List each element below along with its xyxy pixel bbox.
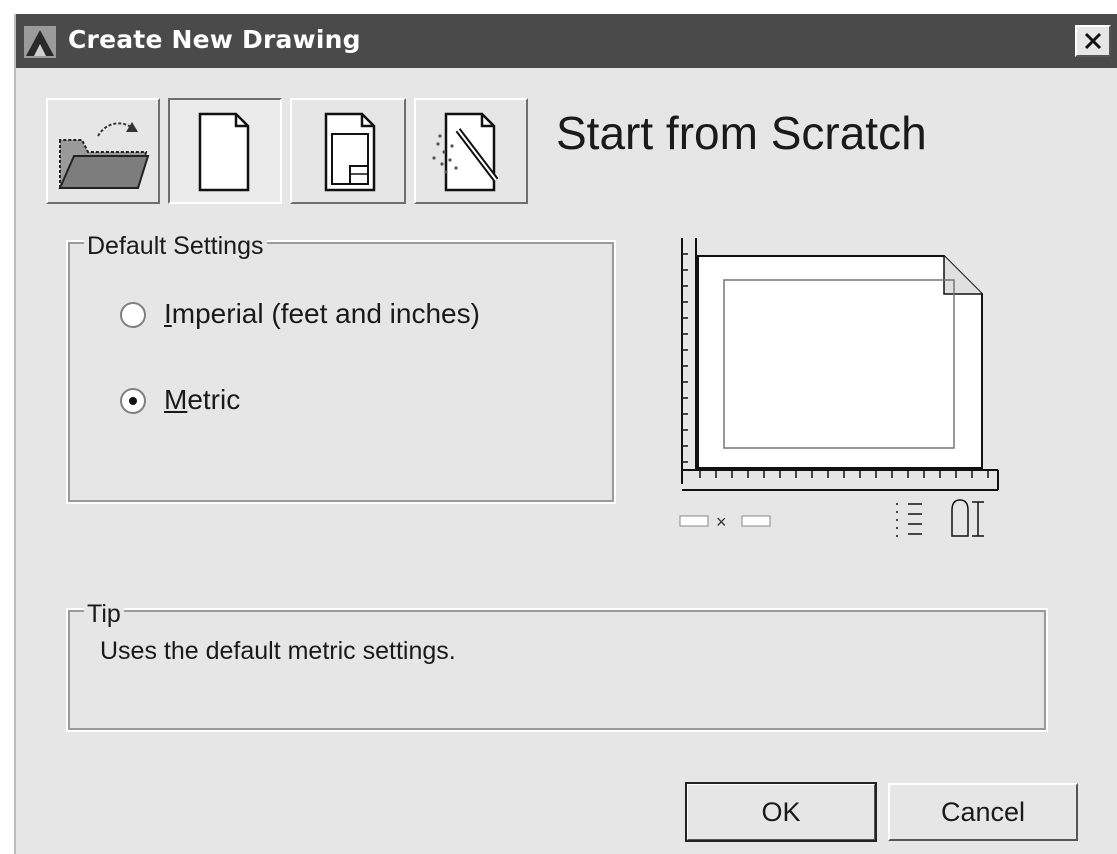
imperial-radio[interactable] <box>120 302 146 328</box>
imperial-radio-label[interactable]: Imperial (feet and inches) <box>164 298 480 330</box>
create-new-drawing-dialog: Create New Drawing Start from Scratch De… <box>14 14 1117 854</box>
start-from-scratch-button[interactable] <box>168 98 282 204</box>
title-bar[interactable]: Create New Drawing <box>16 14 1117 68</box>
app-logo-icon <box>24 26 56 58</box>
drawing-preview-image: × <box>679 238 999 537</box>
default-settings-group <box>66 240 616 504</box>
dims-separator: × <box>716 512 727 532</box>
close-button[interactable] <box>1075 25 1111 57</box>
blank-page-icon <box>198 112 250 192</box>
window-title: Create New Drawing <box>68 25 361 54</box>
page-heading: Start from Scratch <box>556 107 927 159</box>
open-folder-icon <box>58 122 150 189</box>
use-wizard-button[interactable] <box>414 98 528 204</box>
ok-button[interactable]: OK <box>685 782 877 842</box>
tip-group <box>66 608 1048 732</box>
metric-label-text: etric <box>187 384 241 415</box>
tip-text: Uses the default metric settings. <box>100 637 456 665</box>
use-template-button[interactable] <box>290 98 406 204</box>
wizard-page-icon <box>432 112 499 192</box>
vertical-ruler <box>681 238 697 484</box>
open-drawing-button[interactable] <box>46 98 160 204</box>
imperial-accel-key: I <box>164 298 172 329</box>
default-settings-label: Default Settings <box>84 232 267 261</box>
imperial-label-text: mperial (feet and inches) <box>171 298 480 329</box>
imperial-radio-option[interactable]: Imperial (feet and inches) <box>120 298 500 338</box>
tip-label: Tip <box>84 600 124 629</box>
units-icon <box>896 499 984 537</box>
sheet-outline <box>697 255 983 469</box>
metric-accel-key: M <box>164 384 188 415</box>
cancel-button[interactable]: Cancel <box>888 783 1078 841</box>
close-icon <box>1084 32 1102 50</box>
horizontal-ruler <box>682 469 999 491</box>
metric-radio[interactable] <box>120 388 146 414</box>
metric-radio-option[interactable]: Metric <box>120 384 320 424</box>
template-page-icon <box>324 112 376 192</box>
metric-radio-label[interactable]: Metric <box>164 384 240 416</box>
